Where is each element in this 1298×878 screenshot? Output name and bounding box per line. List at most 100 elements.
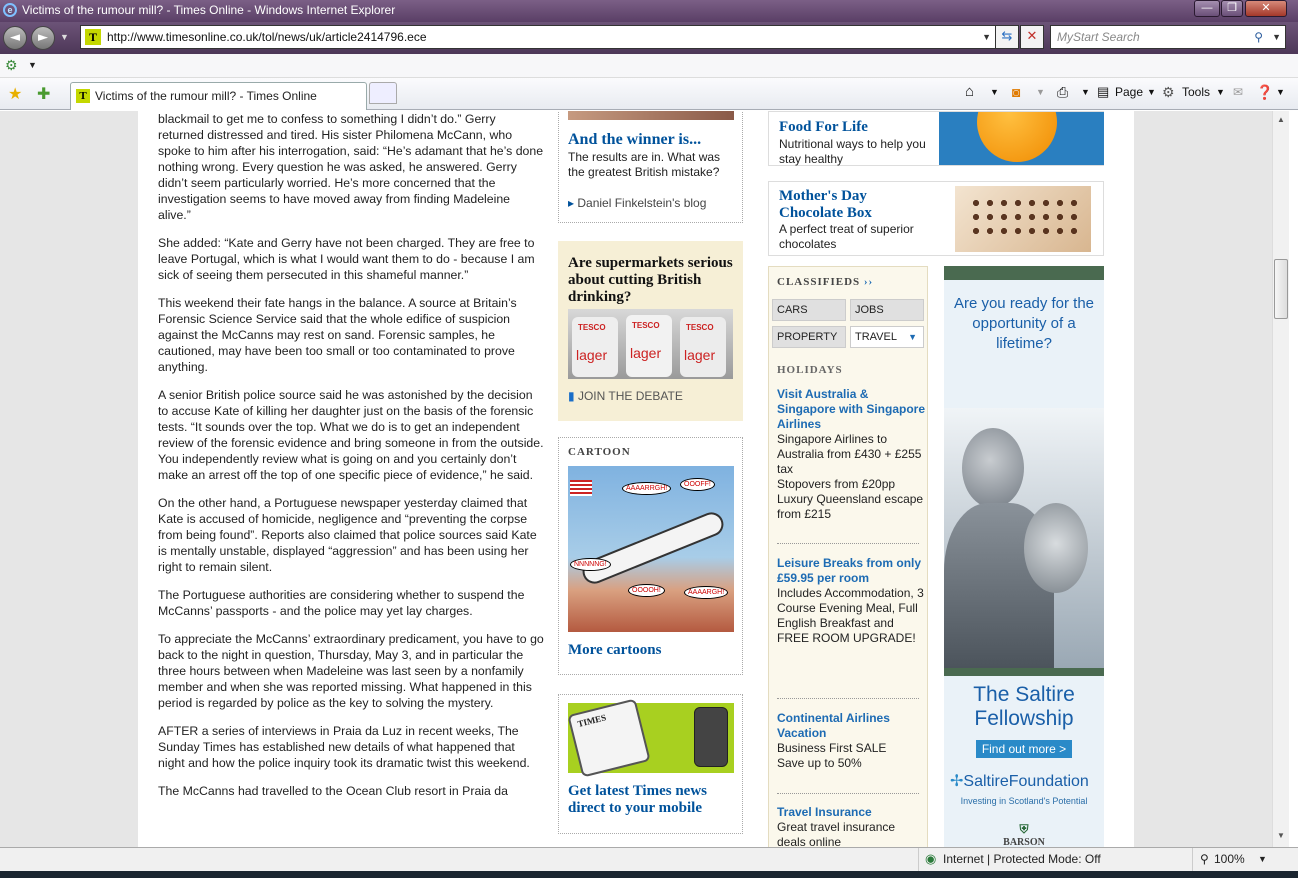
mobile-image[interactable]: TIMES [567,698,734,778]
classifieds-heading[interactable]: CLASSIFIEDS ›› [777,276,873,288]
status-bar: ◉ Internet | Protected Mode: Off ⚲ 100% … [0,847,1298,872]
history-dropdown-icon[interactable]: ▼ [60,32,69,42]
article-paragraph: blackmail to get me to confess to someth… [158,112,544,222]
zoom-level[interactable]: 100% [1214,848,1245,870]
find-out-more-button[interactable]: Find out more > [976,740,1072,758]
search-icon[interactable]: ⚲ [1254,26,1263,48]
help-dropdown-icon[interactable]: ▼ [1276,84,1285,100]
search-input[interactable]: MyStart Search ⚲ ▼ [1050,25,1286,49]
window-title: Victims of the rumour mill? - Times Onli… [22,3,396,17]
woman-face-shape [1024,503,1088,593]
classifieds-property-button[interactable]: PROPERTY [772,326,846,348]
back-button[interactable]: ◄ [3,26,27,50]
article-page: blackmail to get me to confess to someth… [138,111,1134,847]
tools-gear-icon: ⚙ [1162,84,1175,100]
address-dropdown-icon[interactable]: ▼ [982,26,991,48]
article-paragraph: On the other hand, a Portuguese newspape… [158,496,537,574]
ad-photo [944,408,1104,673]
debate-title[interactable]: Are supermarkets serious about cutting B… [568,255,738,306]
speech-bubble: AAAARGH! [684,586,729,599]
scroll-down-icon[interactable]: ▼ [1277,831,1285,840]
saltire-icon: ✢ [950,773,964,790]
holiday-item[interactable]: Visit Australia & Singapore with Singapo… [777,387,925,522]
vertical-scrollbar[interactable]: ▲ ▼ [1272,111,1289,847]
add-favorite-icon[interactable]: ✚ [37,84,50,104]
addon-dropdown-icon[interactable]: ▼ [28,60,37,70]
blog-title[interactable]: And the winner is... [568,131,701,149]
feeds-dropdown-icon[interactable]: ▼ [1036,84,1045,100]
holiday-title[interactable]: Leisure Breaks from only £59.95 per room [777,556,925,586]
refresh-button[interactable]: ⇆ [995,25,1019,49]
restore-button[interactable]: ❐ [1221,0,1243,17]
security-zone[interactable]: Internet | Protected Mode: Off [943,848,1101,870]
address-bar[interactable]: T http://www.timesonline.co.uk/tol/news/… [80,25,996,49]
chevron-down-icon: ▼ [908,332,917,342]
new-tab-button[interactable] [369,82,397,104]
feeds-icon[interactable]: ◙ [1012,84,1020,100]
holiday-title[interactable]: Visit Australia & Singapore with Singapo… [777,387,925,432]
can-brand: TESCO [632,321,660,330]
url-text[interactable]: http://www.timesonline.co.uk/tol/news/uk… [107,30,427,44]
zoom-dropdown-icon[interactable]: ▼ [1258,848,1267,870]
print-dropdown-icon[interactable]: ▼ [1081,84,1090,100]
article-paragraph: The Portuguese authorities are consideri… [158,588,525,618]
addon-icon[interactable]: ⚙ [5,57,18,74]
blog-image [568,111,734,120]
holiday-desc: Singapore Airlines to Australia from £43… [777,432,924,521]
research-icon[interactable]: ✉ [1233,84,1243,100]
saltire-ad[interactable]: Are you ready for the opportunity of a l… [944,266,1104,847]
tab-bar: ★ ✚ T Victims of the rumour mill? - Time… [0,78,1298,110]
scroll-up-icon[interactable]: ▲ [1277,115,1285,124]
speech-bubble: OOOOH! [628,584,665,597]
classifieds-cars-button[interactable]: CARS [772,299,846,321]
help-icon[interactable]: ❓ [1256,84,1273,100]
blog-link[interactable]: ▸ Daniel Finkelstein's blog [568,196,706,210]
classifieds-jobs-button[interactable]: JOBS [850,299,924,321]
phone-shape-2 [694,707,728,767]
join-debate-link[interactable]: ▮ JOIN THE DEBATE [568,389,683,403]
print-icon[interactable]: ⎙ [1057,84,1068,100]
man-face-shape [962,428,1024,508]
tab-active[interactable]: T Victims of the rumour mill? - Times On… [70,82,367,110]
ie-logo-icon: e [3,3,17,17]
favorites-star-icon[interactable]: ★ [8,84,22,104]
article-paragraph: The McCanns had travelled to the Ocean C… [158,784,508,798]
can-text: lager [576,347,608,363]
close-window-button[interactable]: ✕ [1245,0,1287,17]
holiday-item[interactable]: Leisure Breaks from only £59.95 per room… [777,556,925,646]
holiday-title[interactable]: Travel Insurance [777,805,925,820]
mobile-news-link[interactable]: Get latest Times news direct to your mob… [568,783,738,817]
classifieds-travel-select[interactable]: TRAVEL ▼ [850,326,924,348]
promo-title: Mother's Day Chocolate Box [779,188,872,221]
mobile-box: TIMES Get latest Times news direct to yo… [558,694,743,834]
search-dropdown-icon[interactable]: ▼ [1272,26,1281,48]
phone-shape: TIMES [567,698,651,778]
promo-food[interactable]: Food For Life Nutritional ways to help y… [768,111,1104,166]
holiday-item[interactable]: Travel Insurance Great travel insurance d… [777,805,925,847]
speech-bubble: NNNNNG! [570,558,611,571]
more-cartoons-link[interactable]: More cartoons [568,642,661,659]
sponsor-logo: ⛨ BARSON [950,822,1098,847]
ad-title: The Saltire Fellowship [973,683,1075,730]
scrollbar-thumb[interactable] [1274,259,1288,319]
minimize-button[interactable]: — [1194,0,1220,17]
page-menu[interactable]: Page [1115,84,1143,100]
speech-bubble: AAAARRGH! [622,482,672,495]
home-dropdown-icon[interactable]: ▼ [990,84,999,100]
foundation-tagline: Investing in Scotland's Potential [960,796,1088,806]
ad-stripe [944,668,1104,676]
debate-box: Are supermarkets serious about cutting B… [558,241,743,421]
article-body: blackmail to get me to confess to someth… [158,111,544,811]
holiday-title[interactable]: Continental Airlines Vacation [777,711,925,741]
chocolates-shape [969,196,1079,242]
holiday-item[interactable]: Continental Airlines Vacation Business Fi… [777,711,925,771]
home-icon[interactable]: ⌂ [965,84,974,100]
stop-button[interactable]: ✕ [1020,25,1044,49]
promo-chocolate[interactable]: Mother's Day Chocolate Box A perfect tre… [768,181,1104,256]
can-text: lager [630,345,662,361]
cartoon-image[interactable]: AAAARRGH! OOOFF! NNNNNG! OOOOH! AAAARGH! [568,466,734,632]
page-dropdown-icon[interactable]: ▼ [1147,84,1156,100]
forward-button[interactable]: ► [31,26,55,50]
tools-dropdown-icon[interactable]: ▼ [1216,84,1225,100]
tools-menu[interactable]: Tools [1182,84,1210,100]
